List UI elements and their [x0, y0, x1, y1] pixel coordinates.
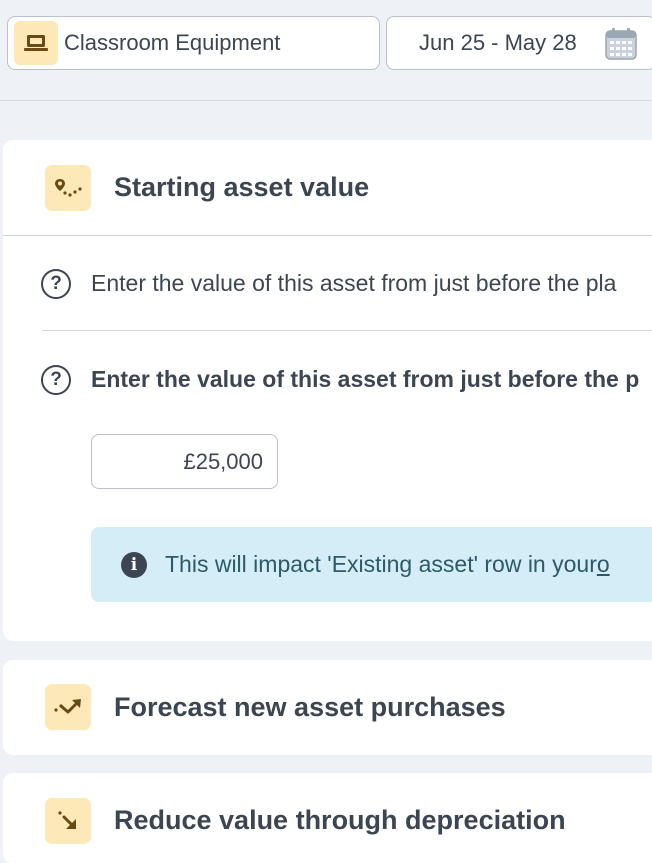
section-title: Starting asset value	[114, 172, 370, 202]
forecast-new-purchases-card[interactable]: Forecast new asset purchases	[3, 660, 652, 755]
info-banner: i This will impact 'Existing asset' row …	[91, 527, 652, 602]
section-title: Forecast new asset purchases	[114, 692, 506, 722]
date-range-selector[interactable]: Jun 25 - May 28	[386, 16, 652, 70]
asset-selector[interactable]: Classroom Equipment	[7, 16, 380, 70]
toolbar-divider	[0, 100, 652, 101]
asset-value-input[interactable]	[91, 434, 278, 489]
date-range-label: Jun 25 - May 28	[419, 30, 577, 55]
starting-asset-value-card: Starting asset value ? Enter the value o…	[3, 140, 652, 641]
row-divider	[42, 330, 652, 331]
question-text: Enter the value of this asset from just …	[91, 270, 617, 296]
trend-up-icon	[45, 684, 91, 730]
laptop-icon	[14, 21, 58, 65]
map-route-icon	[45, 165, 91, 211]
section-title: Reduce value through depreciation	[114, 805, 566, 835]
card-divider	[3, 235, 652, 236]
calendar-icon	[605, 28, 637, 60]
info-link[interactable]: o	[597, 551, 610, 578]
top-toolbar: Classroom Equipment Jun 25 - May 28	[0, 0, 652, 100]
help-icon[interactable]: ?	[41, 269, 71, 299]
info-text: This will impact 'Existing asset' row in…	[165, 551, 597, 577]
help-icon[interactable]: ?	[41, 365, 71, 395]
asset-selector-label: Classroom Equipment	[64, 30, 281, 55]
question-text: Enter the value of this asset from just …	[91, 366, 640, 392]
info-icon: i	[121, 551, 147, 578]
arrow-down-right-icon	[45, 798, 91, 844]
depreciation-card[interactable]: Reduce value through depreciation	[3, 773, 652, 863]
